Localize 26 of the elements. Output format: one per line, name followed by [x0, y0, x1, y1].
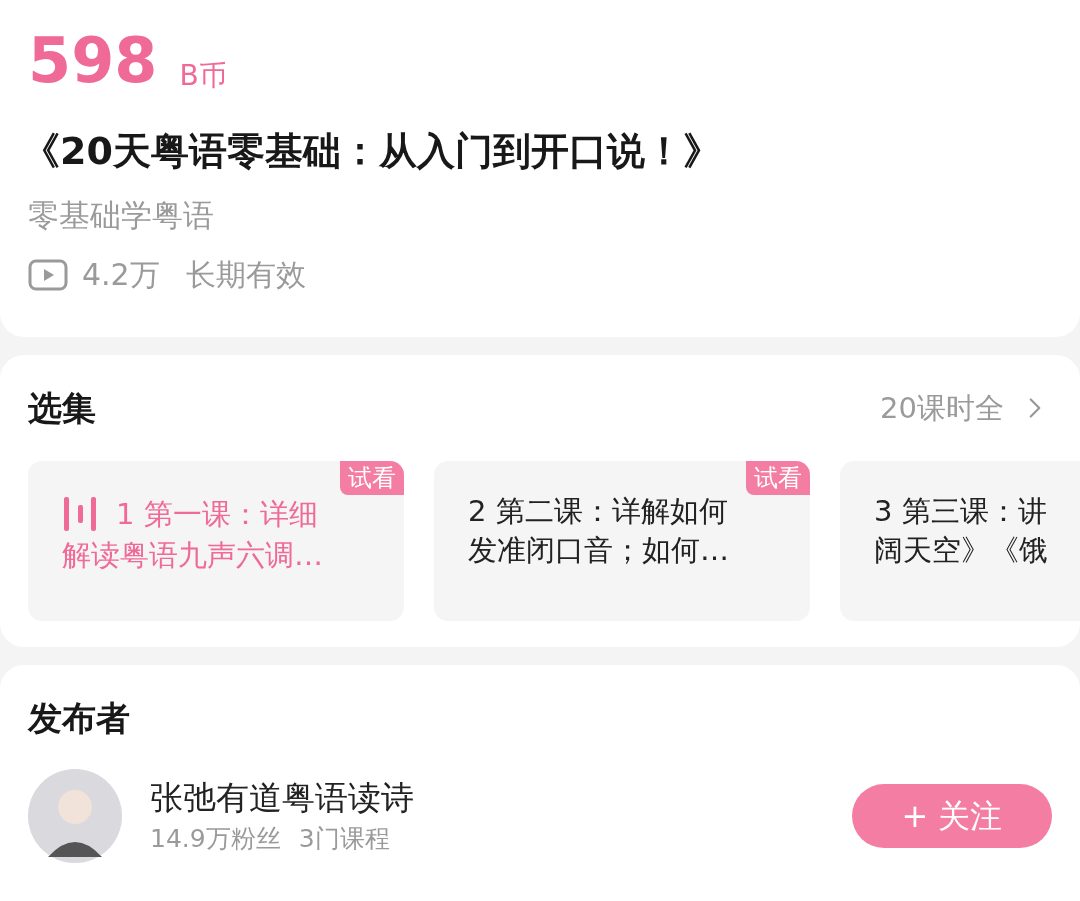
course-subtitle: 零基础学粤语 [28, 200, 215, 231]
follow-button[interactable]: + 关注 [852, 784, 1052, 848]
course-count: 3门课程 [298, 826, 390, 851]
episode-title: 解读粤语九声六调… [62, 541, 324, 570]
episode-title: 1 第一课：详细 [116, 499, 318, 529]
episode-card[interactable]: 试看 2 第二课：详解如何 发准闭口音；如何… [434, 461, 810, 621]
section-heading: 选集 [28, 391, 96, 425]
section-heading: 发布者 [28, 701, 131, 735]
trial-badge: 试看 [746, 461, 810, 495]
playing-bars-icon [62, 497, 98, 531]
trial-badge: 试看 [340, 461, 404, 495]
play-count: 4.2万 [82, 260, 160, 290]
course-title: 《20天粤语零基础：从入门到开口说！》 [22, 132, 722, 170]
play-icon [28, 259, 68, 291]
episode-title: 阔天空》《饿 [874, 536, 1049, 565]
episode-card[interactable]: 试看 1 第一课：详细 解读粤语九声六调… [28, 461, 404, 621]
validity: 长期有效 [185, 260, 306, 290]
all-episodes-link[interactable]: 20课时全 [880, 391, 1052, 425]
publisher-name: 张弛有道粤语读诗 [150, 781, 414, 814]
episode-card[interactable]: 3 第三课：讲 阔天空》《饿 [840, 461, 1080, 621]
episode-title: 发准闭口音；如何… [468, 536, 730, 565]
episode-title: 3 第三课：讲 [874, 497, 1047, 526]
price-unit: B币 [179, 62, 227, 90]
follower-count: 14.9万粉丝 [150, 826, 281, 851]
episode-title: 2 第二课：详解如何 [468, 497, 728, 526]
price: 598 [28, 30, 158, 92]
